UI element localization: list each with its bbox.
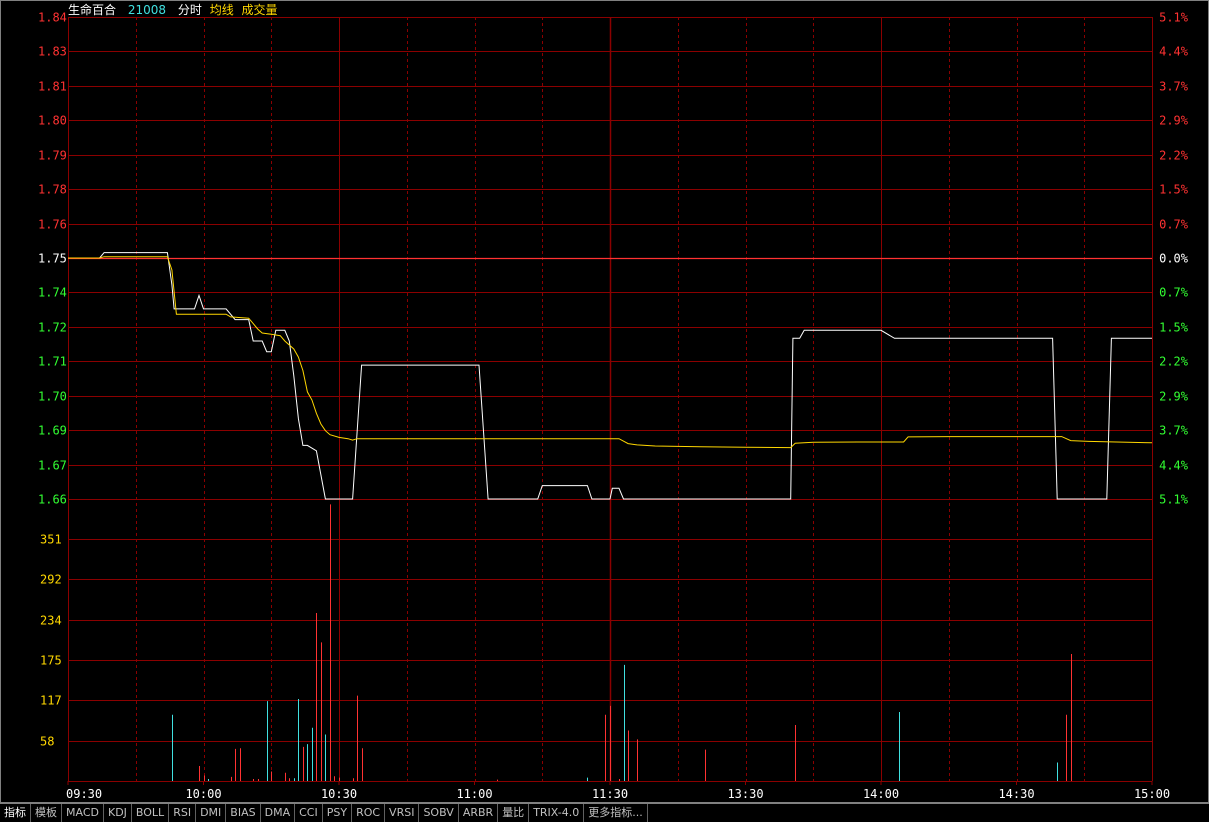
volume-label: 成交量 <box>241 3 278 17</box>
time-tick-label: 10:00 <box>185 787 221 801</box>
indicator-tab[interactable]: MACD <box>62 804 104 822</box>
indicator-tab[interactable]: ROC <box>352 804 386 822</box>
price-tick-label: 1.72 <box>38 321 67 335</box>
volume-tick-label: 351 <box>40 533 62 547</box>
price-tick-label: 1.75 <box>38 252 67 266</box>
pct-tick-label: 0.0% <box>1159 252 1189 266</box>
volume-tick-label: 117 <box>40 694 62 708</box>
indicator-tab[interactable]: KDJ <box>104 804 132 822</box>
time-tick-label: 11:30 <box>592 787 628 801</box>
indicator-tab[interactable]: SOBV <box>419 804 459 822</box>
indicator-tab[interactable]: CCI <box>295 804 323 822</box>
pct-tick-label: 4.4% <box>1159 459 1189 473</box>
stock-code: 21008 <box>127 3 167 17</box>
time-tick-label: 14:00 <box>863 787 899 801</box>
stock-name: 生命百合 <box>68 3 117 17</box>
indicator-tab[interactable]: RSI <box>169 804 197 822</box>
indicator-tab[interactable]: DMI <box>196 804 227 822</box>
pct-tick-label: 2.2% <box>1159 149 1189 163</box>
time-tick-label: 11:00 <box>456 787 492 801</box>
time-tick-label: 10:30 <box>321 787 357 801</box>
pct-tick-label: 1.5% <box>1159 183 1189 197</box>
indicator-tab[interactable]: 模板 <box>31 804 62 822</box>
time-tick-label: 13:30 <box>727 787 763 801</box>
price-tick-label: 1.69 <box>38 424 67 438</box>
indicator-tab[interactable]: PSY <box>323 804 353 822</box>
pct-tick-label: 5.1% <box>1159 11 1189 25</box>
pct-tick-label: 2.9% <box>1159 114 1189 128</box>
indicator-tab[interactable]: DMA <box>261 804 296 822</box>
price-tick-label: 1.71 <box>38 355 67 369</box>
indicator-tab[interactable]: 更多指标... <box>584 804 648 822</box>
indicator-tab[interactable]: VRSI <box>385 804 420 822</box>
indicator-tab[interactable]: 量比 <box>498 804 530 822</box>
time-tick-label: 09:30 <box>66 787 102 801</box>
pct-tick-label: 1.5% <box>1159 321 1189 335</box>
pct-tick-label: 3.7% <box>1159 80 1189 94</box>
pct-tick-label: 5.1% <box>1159 493 1189 507</box>
avg-label: 均线 <box>209 3 234 17</box>
price-tick-label: 1.81 <box>38 80 67 94</box>
indicator-tab-bar: 指标 模板 MACD KDJ BOLL RSI DMI BIAS DMA CCI PSY ROC VRS… <box>0 803 1209 822</box>
volume-tick-label: 58 <box>40 735 54 749</box>
indicator-tab[interactable]: 指标 <box>0 804 31 822</box>
pct-tick-label: 3.7% <box>1159 424 1189 438</box>
price-tick-label: 1.67 <box>38 459 67 473</box>
pct-tick-label: 2.2% <box>1159 355 1189 369</box>
indicator-tab[interactable]: ARBR <box>459 804 499 822</box>
time-tick-label: 14:30 <box>998 787 1034 801</box>
price-tick-label: 1.76 <box>38 218 67 232</box>
price-tick-label: 1.84 <box>38 11 67 25</box>
volume-tick-label: 175 <box>40 654 62 668</box>
price-tick-label: 1.74 <box>38 286 67 300</box>
indicator-tab[interactable]: TRIX-4.0 <box>529 804 585 822</box>
time-tick-label: 15:00 <box>1134 787 1170 801</box>
price-tick-label: 1.83 <box>38 45 67 59</box>
pct-tick-label: 2.9% <box>1159 390 1189 404</box>
volume-tick-label: 292 <box>40 573 62 587</box>
price-tick-label: 1.78 <box>38 183 67 197</box>
pct-tick-label: 0.7% <box>1159 218 1189 232</box>
pct-tick-label: 0.7% <box>1159 286 1189 300</box>
price-tick-label: 1.66 <box>38 493 67 507</box>
price-tick-label: 1.80 <box>38 114 67 128</box>
intraday-chart[interactable]: 1.84 5.1% 1.83 4.4% 1.81 3.7% 1.80 2.9% 1.79 2.2%… <box>0 0 1209 803</box>
price-tick-label: 1.79 <box>38 149 67 163</box>
volume-tick-label: 234 <box>40 614 62 628</box>
indicator-tab[interactable]: BIAS <box>226 804 261 822</box>
chart-header: 生命百合 21008 分时 均线 成交量 <box>68 1 286 18</box>
pct-tick-label: 4.4% <box>1159 45 1189 59</box>
view-label: 分时 <box>177 3 202 17</box>
indicator-tab[interactable]: BOLL <box>132 804 170 822</box>
price-tick-label: 1.70 <box>38 390 67 404</box>
